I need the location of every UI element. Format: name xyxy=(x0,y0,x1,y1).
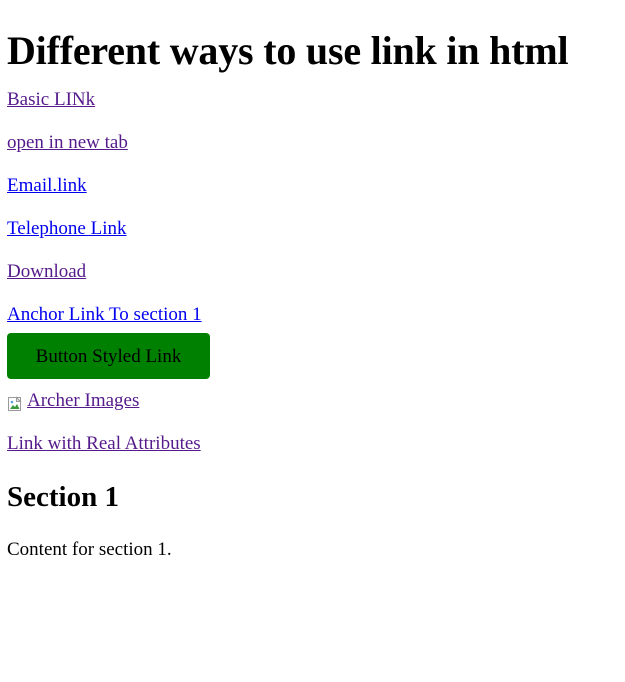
page-title: Different ways to use link in html xyxy=(7,28,569,73)
section-1-content: Content for section 1. xyxy=(7,539,172,560)
telephone-link-row: Telephone Link xyxy=(7,218,127,240)
section-1-heading: Section 1 xyxy=(7,481,119,513)
button-styled-link[interactable]: Button Styled Link xyxy=(7,333,210,379)
image-link-row: Archer Images xyxy=(7,390,139,418)
new-tab-link[interactable]: open in new tab xyxy=(7,132,128,153)
anchor-link-section-1[interactable]: Anchor Link To section 1 xyxy=(7,304,202,325)
basic-link[interactable]: Basic LINk xyxy=(7,89,95,110)
real-attributes-link-row: Link with Real Attributes xyxy=(7,433,201,455)
real-attributes-link[interactable]: Link with Real Attributes xyxy=(7,433,201,454)
download-link[interactable]: Download xyxy=(7,261,86,282)
broken-image-icon xyxy=(7,396,23,412)
download-link-row: Download xyxy=(7,261,86,283)
basic-link-row: Basic LINk xyxy=(7,89,95,111)
new-tab-link-row: open in new tab xyxy=(7,132,128,154)
image-alt-text: Archer Images xyxy=(27,390,140,411)
email-link[interactable]: Email.link xyxy=(7,175,87,196)
button-link-row: Button Styled Link xyxy=(7,333,210,379)
image-link[interactable]: Archer Images xyxy=(7,390,139,412)
anchor-link-row: Anchor Link To section 1 xyxy=(7,304,202,326)
telephone-link[interactable]: Telephone Link xyxy=(7,218,127,239)
email-link-row: Email.link xyxy=(7,175,87,197)
